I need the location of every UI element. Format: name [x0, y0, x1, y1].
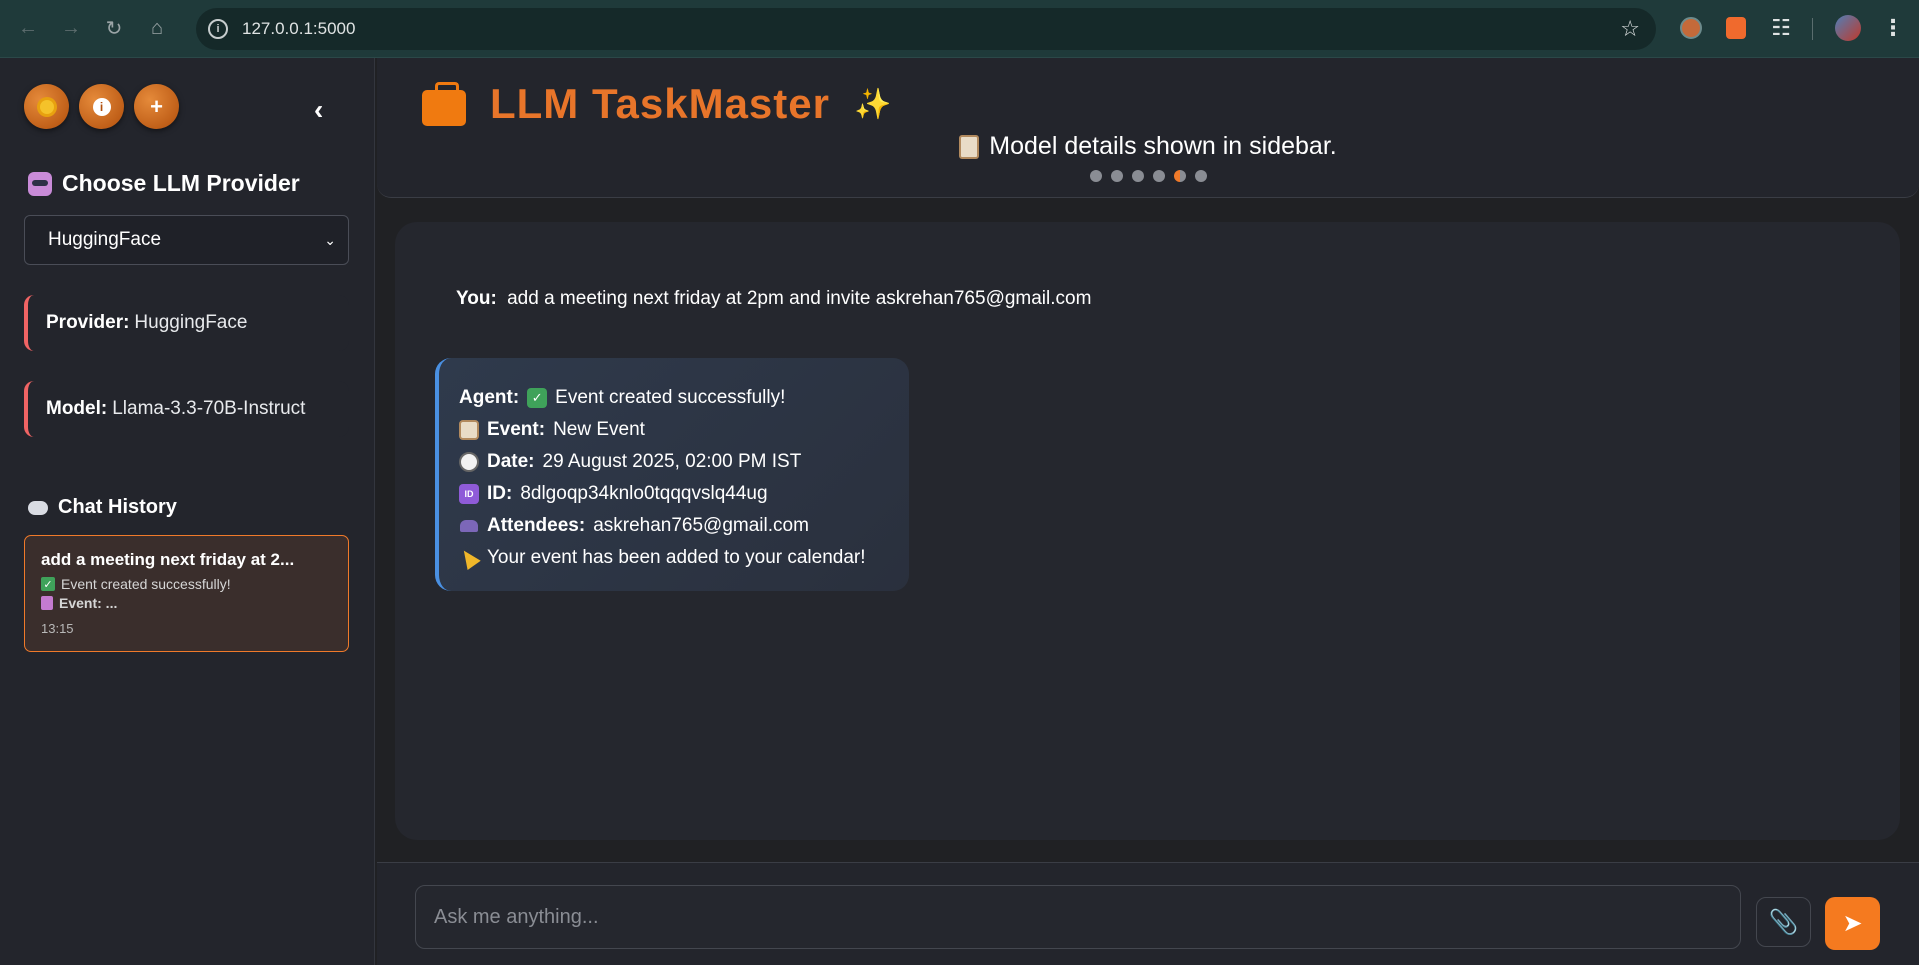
profile-avatar[interactable]: [1834, 14, 1862, 42]
carousel-dot[interactable]: [1089, 170, 1102, 182]
model-info-card: Model: Llama-3.3-70B-Instruct: [24, 381, 349, 437]
send-arrow-icon: ➤: [1842, 910, 1863, 937]
sun-icon: [39, 99, 54, 114]
history-item[interactable]: add a meeting next friday at 2... ✓ Even…: [24, 535, 349, 652]
agent-label: Agent:: [459, 387, 520, 408]
speech-bubble-icon: [28, 500, 48, 515]
collapse-sidebar-chevron-icon[interactable]: ‹: [314, 94, 323, 126]
model-card-label: Model:: [46, 398, 108, 419]
briefcase-icon: [422, 82, 466, 126]
browser-menu-icon[interactable]: ⋮: [1879, 14, 1907, 42]
id-label: ID:: [487, 483, 513, 504]
clipboard-icon: [959, 134, 980, 159]
provider-card-label: Provider:: [46, 312, 130, 333]
reload-icon[interactable]: ↻: [99, 14, 129, 44]
bookmark-star-icon[interactable]: ☆: [1620, 16, 1640, 42]
forward-icon[interactable]: →: [56, 14, 86, 44]
carousel-dot[interactable]: [1131, 170, 1144, 182]
chat-history-title: Chat History: [28, 496, 177, 519]
address-bar[interactable]: i 127.0.0.1:5000 ☆: [196, 8, 1656, 50]
input-bar: 📎 ➤: [377, 862, 1919, 965]
agent-event-line: Event: New Event: [459, 414, 889, 446]
provider-card-value: HuggingFace: [134, 312, 248, 333]
sparkle-icon: ✨: [853, 87, 892, 121]
history-item-status: Event created successfully!: [61, 576, 231, 592]
sidebar: i + ‹ Choose LLM Provider HuggingFace ⌄ …: [0, 58, 375, 965]
browser-toolbar: ← → ↻ ⌂ i 127.0.0.1:5000 ☆ ☷ ⋮: [0, 0, 1919, 58]
attendees-value: askrehan765@gmail.com: [593, 515, 809, 536]
provider-select-value: HuggingFace: [48, 229, 162, 250]
provider-info-card: Provider: HuggingFace: [24, 295, 349, 351]
extension-doc-icon[interactable]: [1722, 14, 1750, 42]
history-item-time: 13:15: [41, 621, 74, 636]
theme-toggle-button[interactable]: [24, 84, 69, 129]
history-item-event: Event: ...: [59, 595, 118, 611]
date-label: Date:: [487, 451, 535, 472]
carousel-dot-active[interactable]: [1173, 170, 1186, 182]
check-icon: ✓: [527, 388, 548, 408]
agent-message: Agent: ✓ Event created successfully! Eve…: [435, 358, 909, 591]
model-card-value: Llama-3.3-70B-Instruct: [112, 398, 306, 419]
subtitle-text: Model details shown in sidebar.: [989, 132, 1337, 160]
agent-footer-line: Your event has been added to your calend…: [459, 542, 889, 574]
main-header: LLM TaskMaster ✨ Model details shown in …: [377, 58, 1919, 198]
date-value: 29 August 2025, 02:00 PM IST: [542, 451, 802, 472]
new-chat-button[interactable]: +: [134, 84, 179, 129]
carousel-dot[interactable]: [1152, 170, 1165, 182]
app-title: LLM TaskMaster: [490, 80, 830, 127]
history-item-line: ✓ Event created successfully!: [41, 576, 332, 592]
url-text[interactable]: 127.0.0.1:5000: [242, 19, 355, 39]
agent-status-line: Agent: ✓ Event created successfully!: [459, 382, 889, 414]
carousel-dots: [377, 170, 1919, 182]
history-title-text: Chat History: [58, 496, 177, 518]
agent-id-line: ID ID: 8dlgoqp34knlo0tqqqvslq44ug: [459, 478, 889, 510]
provider-select[interactable]: HuggingFace ⌄: [24, 215, 349, 265]
home-icon[interactable]: ⌂: [142, 14, 172, 44]
carousel-dot[interactable]: [1194, 170, 1207, 182]
agent-date-line: Date: 29 August 2025, 02:00 PM IST: [459, 446, 889, 478]
user-message-text: add a meeting next friday at 2pm and inv…: [507, 288, 1092, 309]
send-button[interactable]: ➤: [1825, 897, 1880, 950]
brand: LLM TaskMaster ✨: [422, 80, 891, 128]
clock-icon: [459, 452, 479, 472]
toolbar-divider: [1812, 18, 1813, 40]
event-label: Event:: [487, 419, 546, 440]
id-icon: ID: [459, 484, 479, 504]
clipboard-icon: [459, 420, 479, 440]
agent-footer-text: Your event has been added to your calend…: [487, 547, 866, 568]
extension-face-icon[interactable]: [1677, 14, 1705, 42]
agent-attendees-line: Attendees: askrehan765@gmail.com: [459, 510, 889, 542]
people-icon: [459, 516, 479, 536]
paperclip-icon: 📎: [1768, 908, 1799, 936]
site-info-icon[interactable]: i: [208, 19, 228, 39]
back-icon[interactable]: ←: [13, 14, 43, 44]
chevron-down-icon: ⌄: [324, 231, 336, 248]
info-icon: i: [92, 97, 111, 116]
history-item-line: Event: ...: [41, 595, 332, 611]
user-message: You: add a meeting next friday at 2pm an…: [456, 288, 1091, 310]
info-button[interactable]: i: [79, 84, 124, 129]
carousel-dot[interactable]: [1110, 170, 1123, 182]
extensions-puzzle-icon[interactable]: ☷: [1767, 14, 1795, 42]
provider-title-text: Choose LLM Provider: [62, 170, 300, 196]
clipboard-icon: [41, 596, 53, 610]
id-value: 8dlgoqp34knlo0tqqqvslq44ug: [520, 483, 768, 504]
history-item-title: add a meeting next friday at 2...: [41, 550, 295, 569]
provider-section-title: Choose LLM Provider: [28, 170, 300, 197]
attendees-label: Attendees:: [487, 515, 586, 536]
party-popper-icon: [459, 548, 479, 568]
check-icon: ✓: [41, 577, 55, 591]
robot-icon: [28, 171, 52, 196]
attach-button[interactable]: 📎: [1756, 897, 1811, 947]
user-label: You:: [456, 288, 497, 309]
plus-icon: +: [150, 93, 163, 119]
sidebar-top-actions: i +: [24, 84, 179, 129]
chat-area: You: add a meeting next friday at 2pm an…: [395, 222, 1900, 840]
chat-input[interactable]: [415, 885, 1741, 949]
agent-status-text: Event created successfully!: [555, 387, 786, 408]
header-subtitle: Model details shown in sidebar.: [377, 132, 1919, 161]
event-value: New Event: [553, 419, 645, 440]
